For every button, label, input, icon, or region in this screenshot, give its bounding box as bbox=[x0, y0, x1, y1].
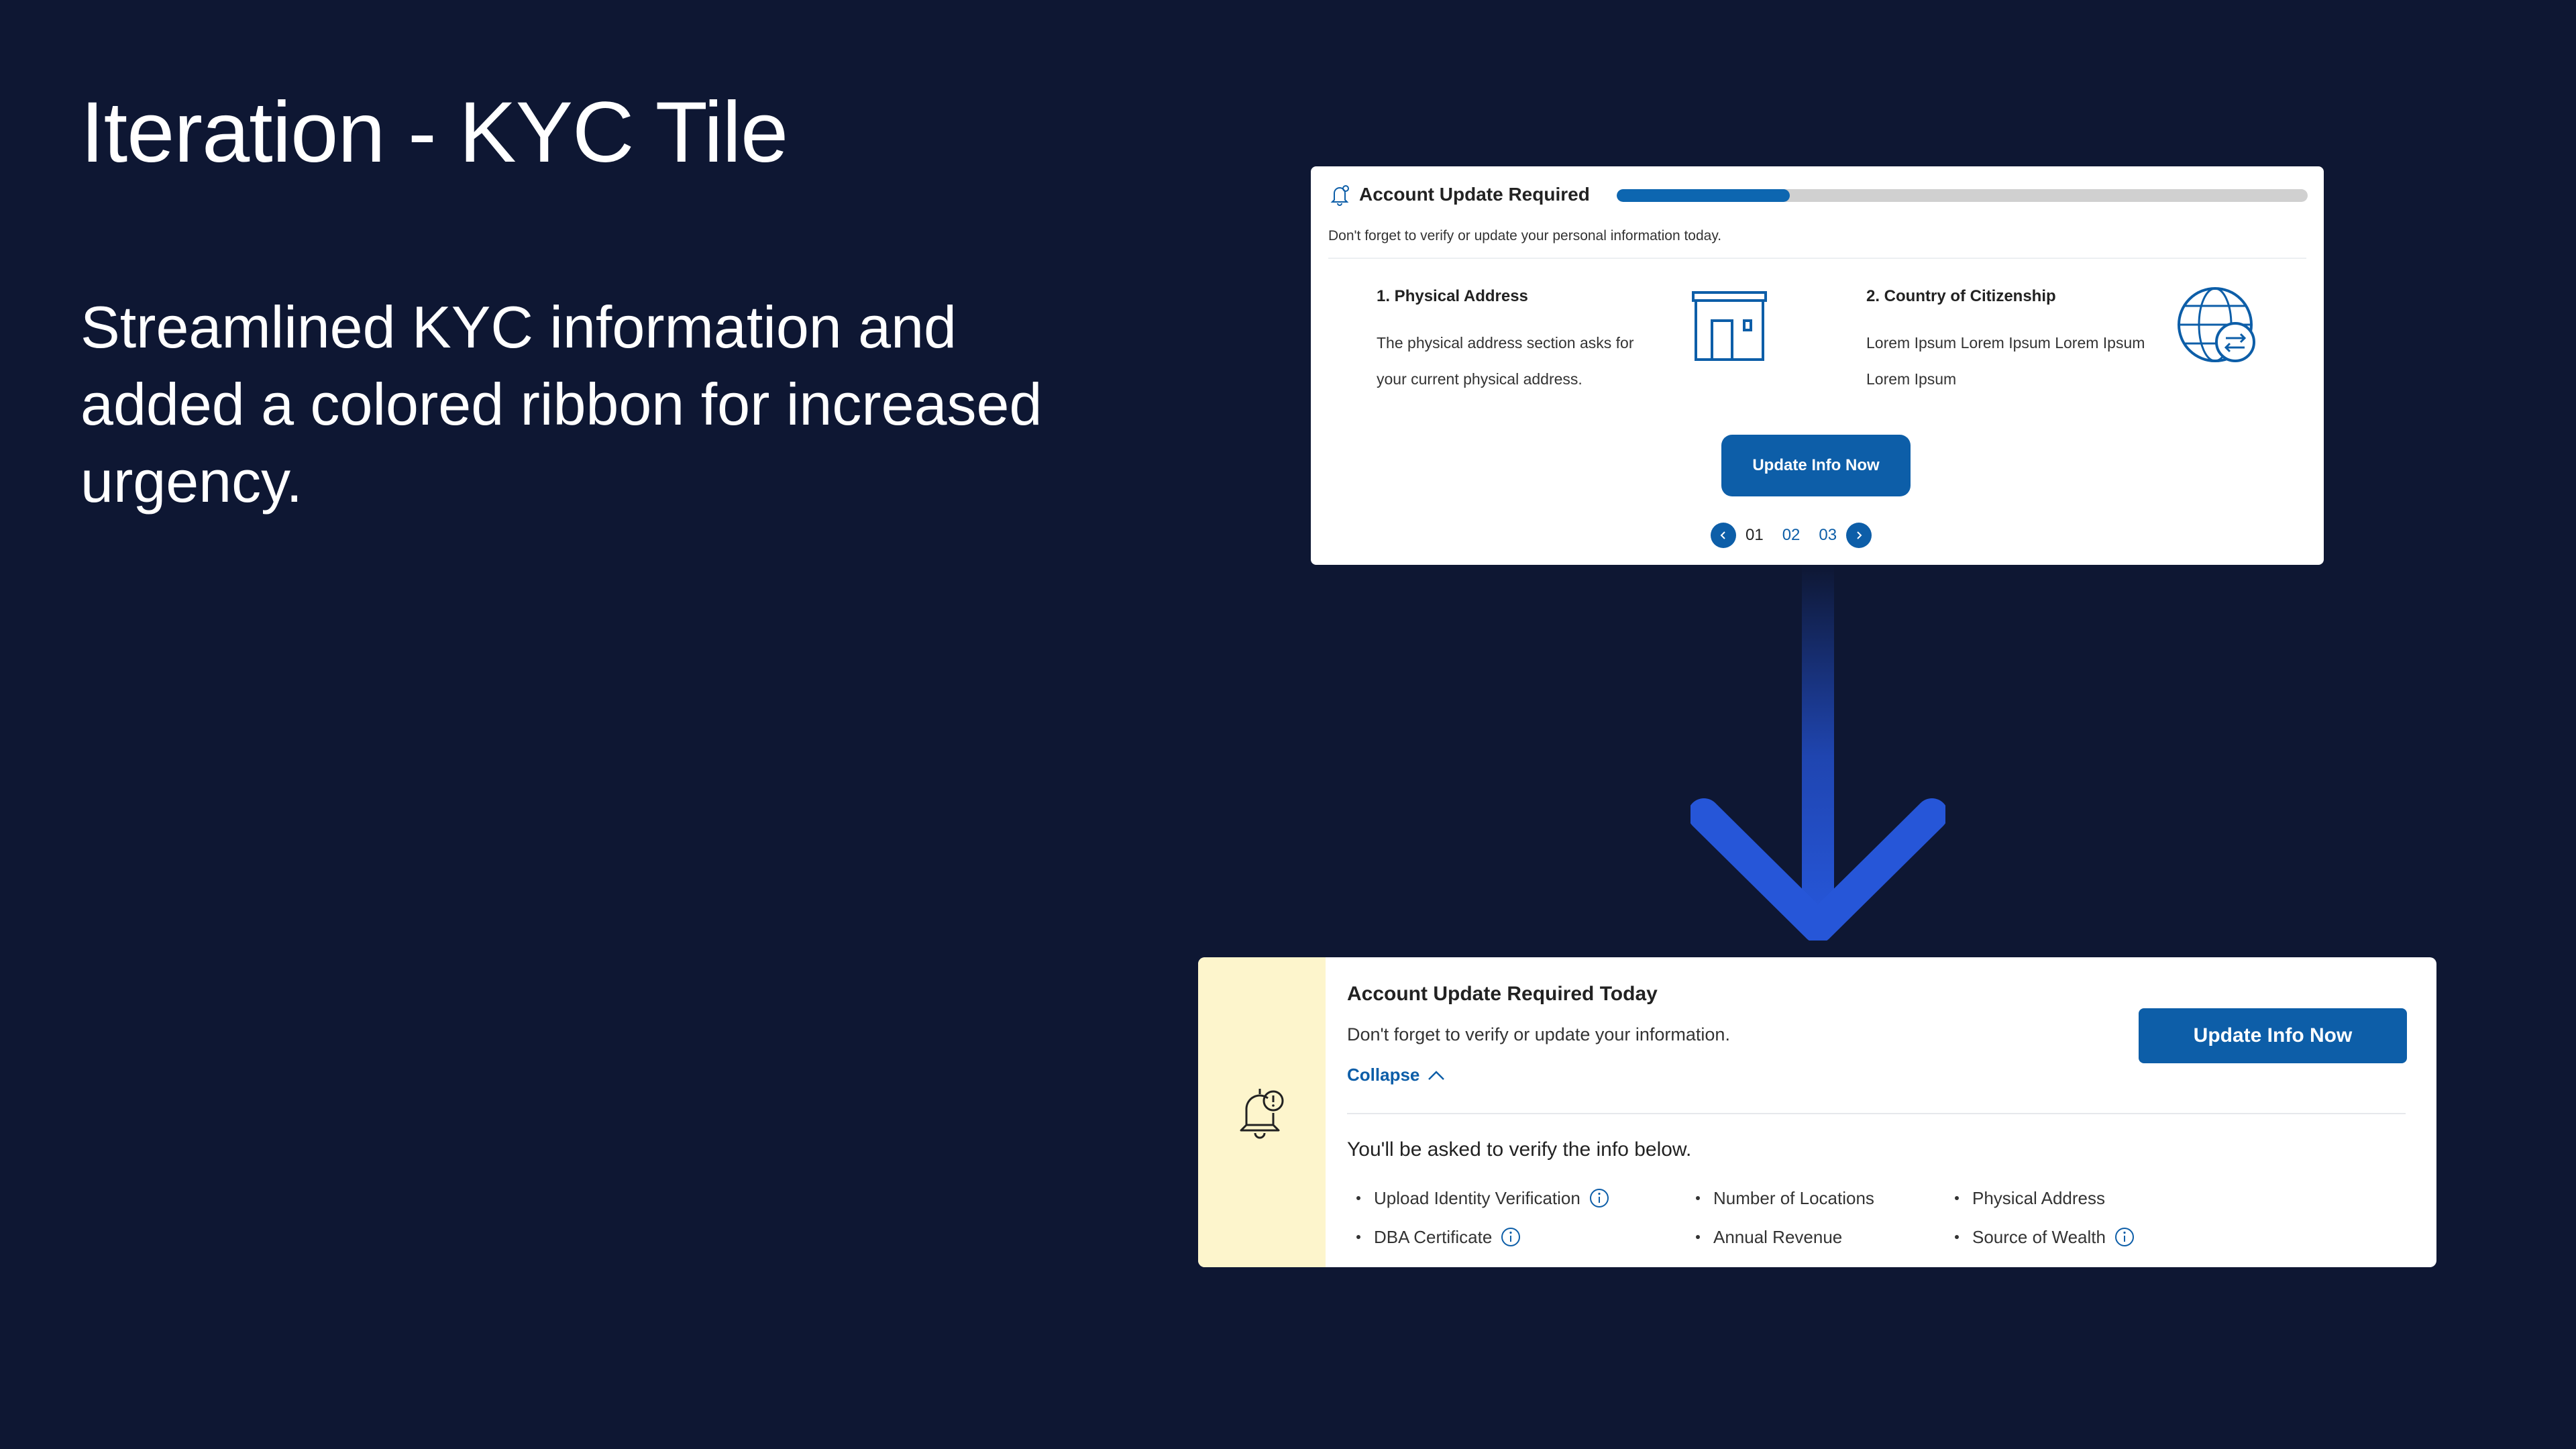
bell-alert-icon bbox=[1240, 1089, 1284, 1139]
old-tile-subtitle: Don't forget to verify or update your pe… bbox=[1328, 228, 1722, 244]
bullet bbox=[1955, 1235, 1959, 1239]
bullet bbox=[1955, 1196, 1959, 1200]
item-label: Physical Address bbox=[1972, 1187, 2105, 1208]
bullet bbox=[1696, 1235, 1700, 1239]
globe-exchange-icon bbox=[2178, 287, 2255, 362]
slide-title: Iteration - KYC Tile bbox=[80, 85, 788, 180]
chevron-left-icon bbox=[1720, 531, 1725, 539]
building-icon bbox=[1692, 291, 1767, 361]
item-label: Number of Locations bbox=[1713, 1187, 1874, 1208]
prev-page-button[interactable] bbox=[1711, 523, 1736, 548]
bullet bbox=[1356, 1235, 1360, 1239]
page-3[interactable]: 03 bbox=[1819, 526, 1837, 545]
list-item: Number of Locations bbox=[1696, 1179, 1874, 1218]
bullet bbox=[1356, 1196, 1360, 1200]
card-physical-address: 1. Physical Address The physical address… bbox=[1377, 287, 1665, 397]
old-tile-header: Account Update Required bbox=[1328, 181, 2308, 209]
list-item: Upload Identity Verification bbox=[1356, 1179, 1610, 1218]
divider bbox=[1347, 1113, 2406, 1114]
bell-icon bbox=[1330, 185, 1349, 206]
item-label: Source of Wealth bbox=[1972, 1226, 2106, 1247]
chevron-right-icon bbox=[1857, 531, 1862, 539]
new-tile-title: Account Update Required Today bbox=[1347, 983, 1658, 1005]
divider bbox=[1328, 258, 2306, 259]
card-country-citizenship: 2. Country of Citizenship Lorem Ipsum Lo… bbox=[1866, 287, 2155, 397]
update-info-button[interactable]: Update Info Now bbox=[2139, 1008, 2407, 1063]
card-title: 2. Country of Citizenship bbox=[1866, 287, 2056, 305]
progress-bar bbox=[1617, 189, 2308, 202]
item-label: Upload Identity Verification bbox=[1374, 1187, 1580, 1208]
down-arrow-icon bbox=[1690, 565, 1945, 941]
info-icon[interactable] bbox=[2114, 1226, 2135, 1248]
old-tile-title: Account Update Required bbox=[1359, 184, 1590, 205]
collapse-toggle[interactable]: Collapse bbox=[1347, 1065, 1446, 1085]
page-2[interactable]: 02 bbox=[1782, 526, 1801, 545]
info-icon[interactable] bbox=[1589, 1187, 1610, 1209]
card-title: 1. Physical Address bbox=[1377, 287, 1528, 305]
pagination: 01 02 03 bbox=[1711, 522, 1872, 549]
old-kyc-tile: Account Update Required Don't forget to … bbox=[1311, 166, 2324, 565]
update-info-button-old[interactable]: Update Info Now bbox=[1721, 435, 1911, 496]
new-kyc-tile: Account Update Required Today Don't forg… bbox=[1198, 957, 2436, 1267]
bullet bbox=[1696, 1196, 1700, 1200]
progress-bar-fill bbox=[1617, 189, 1790, 202]
verify-heading: You'll be asked to verify the info below… bbox=[1347, 1138, 1692, 1161]
verify-column-2: Number of Locations Annual Revenue bbox=[1696, 1179, 1874, 1256]
new-tile-subtitle: Don't forget to verify or update your in… bbox=[1347, 1024, 1730, 1044]
list-item: Source of Wealth bbox=[1955, 1218, 2135, 1256]
urgency-ribbon bbox=[1198, 957, 1326, 1267]
verify-column-1: Upload Identity Verification DBA Certifi… bbox=[1356, 1179, 1610, 1256]
list-item: Annual Revenue bbox=[1696, 1218, 1874, 1256]
card-body: The physical address section asks for yo… bbox=[1377, 334, 1634, 388]
list-item: Physical Address bbox=[1955, 1179, 2135, 1218]
slide-description: Streamlined KYC information and added a … bbox=[80, 294, 1042, 515]
page-1[interactable]: 01 bbox=[1746, 526, 1764, 545]
chevron-up-icon bbox=[1428, 1070, 1445, 1080]
item-label: DBA Certificate bbox=[1374, 1226, 1493, 1247]
card-body: Lorem Ipsum Lorem Ipsum Lorem Ipsum Lore… bbox=[1866, 334, 2145, 388]
next-page-button[interactable] bbox=[1846, 523, 1872, 548]
item-label: Annual Revenue bbox=[1713, 1226, 1843, 1247]
collapse-label: Collapse bbox=[1347, 1065, 1420, 1085]
info-icon[interactable] bbox=[1500, 1226, 1521, 1248]
verify-column-3: Physical Address Source of Wealth bbox=[1955, 1179, 2135, 1256]
list-item: DBA Certificate bbox=[1356, 1218, 1610, 1256]
